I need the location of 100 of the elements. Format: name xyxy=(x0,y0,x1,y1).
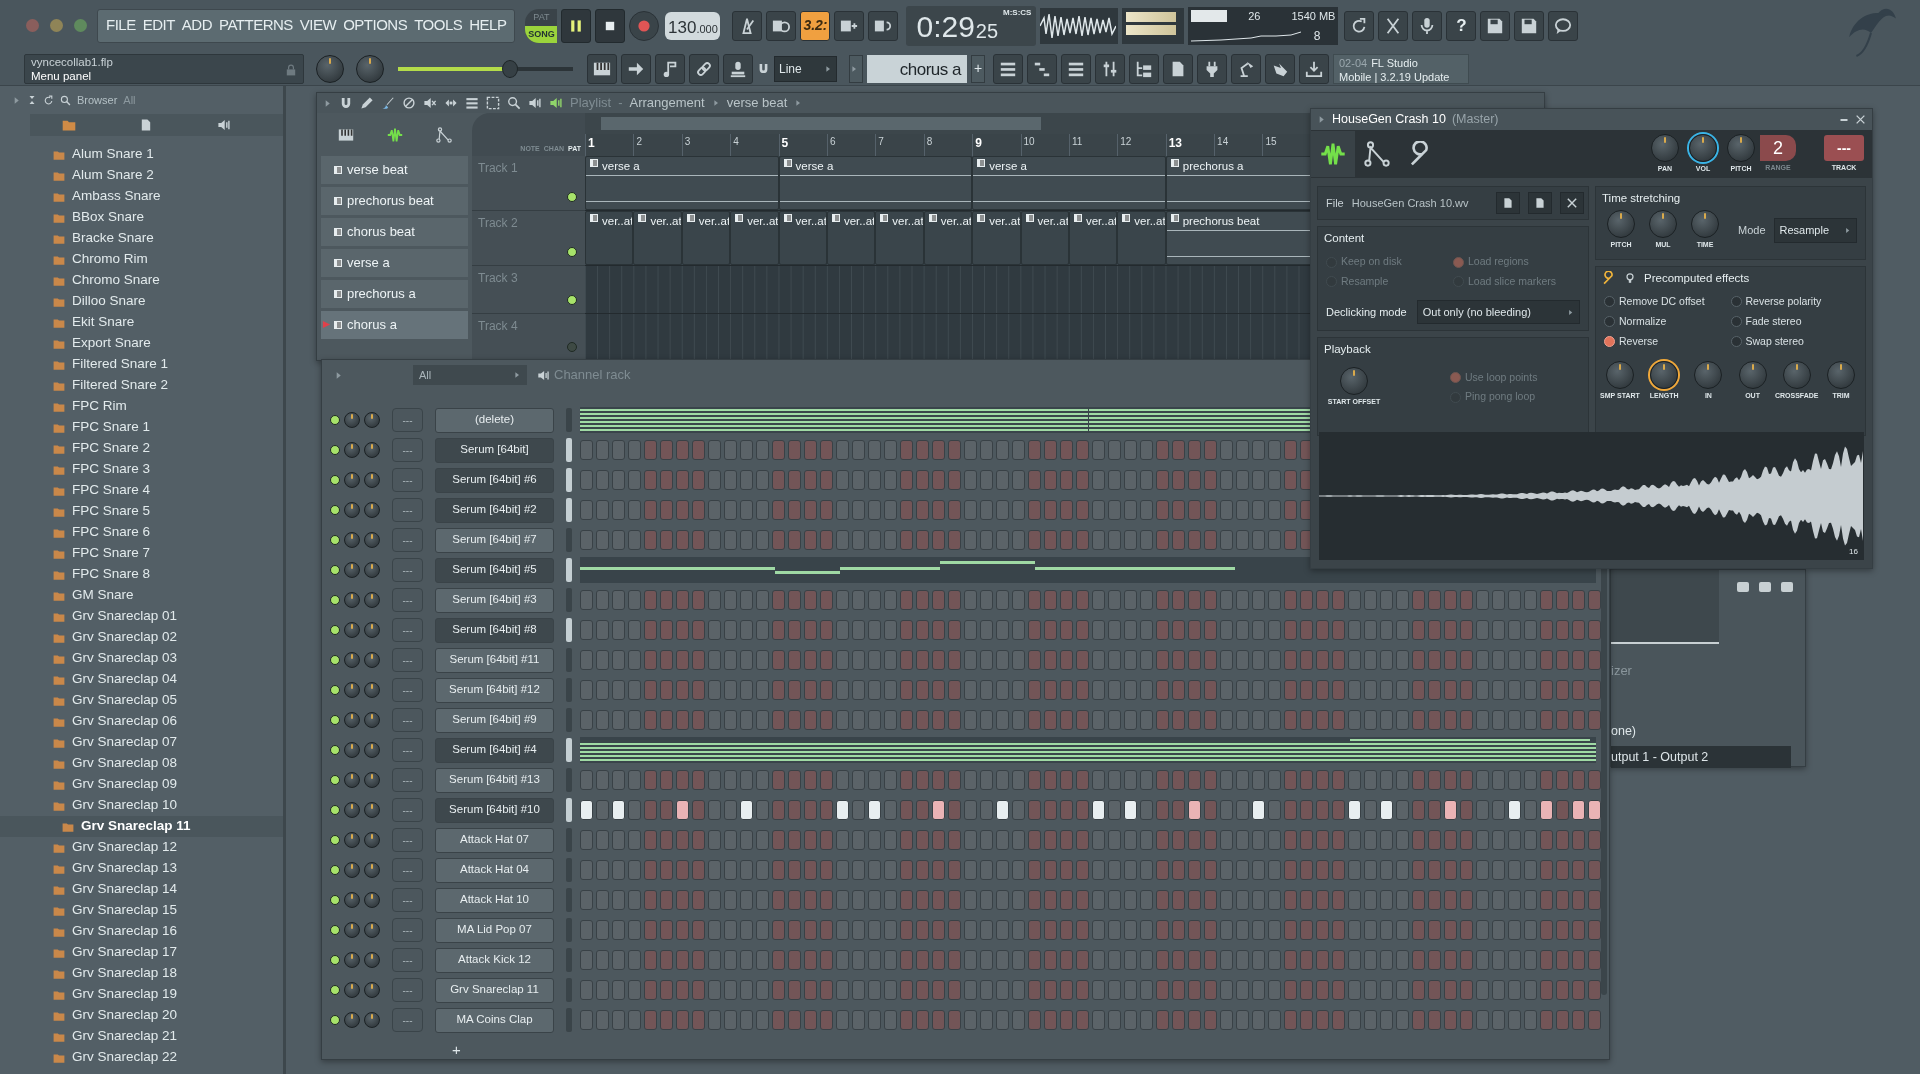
pattern-clip[interactable]: ver..at xyxy=(972,211,1021,265)
browser-item[interactable]: Alum Snare 1 xyxy=(0,144,283,165)
pattern-clip[interactable]: ver..at xyxy=(585,211,634,265)
undo-button[interactable] xyxy=(1344,10,1375,41)
knob[interactable] xyxy=(364,892,380,908)
menu-item[interactable]: HELP xyxy=(469,14,507,37)
pattern-clip[interactable]: verse a xyxy=(778,156,973,210)
knob[interactable] xyxy=(344,592,360,608)
menu-item[interactable]: VIEW xyxy=(299,14,337,37)
channel-led[interactable] xyxy=(330,475,340,485)
mixer-track-field[interactable]: --- xyxy=(392,1008,423,1032)
radio-button[interactable] xyxy=(1730,296,1742,308)
channel-led[interactable] xyxy=(330,835,340,845)
group-filter-dropdown[interactable]: All xyxy=(413,365,527,385)
browser-item[interactable]: Grv Snareclap 07 xyxy=(0,732,283,753)
speaker-icon[interactable] xyxy=(528,96,542,110)
save-as-button[interactable] xyxy=(1514,10,1545,41)
browser-item[interactable]: FPC Rim xyxy=(0,396,283,417)
waveform-icon[interactable] xyxy=(1320,141,1346,167)
browser-item[interactable]: Grv Snareclap 04 xyxy=(0,669,283,690)
channel-name-button[interactable]: Grv Snareclap 11 xyxy=(435,977,554,1003)
knob[interactable] xyxy=(344,982,360,998)
speaker-icon[interactable] xyxy=(217,118,232,132)
channel-led[interactable] xyxy=(330,625,340,635)
selection-frame-icon[interactable] xyxy=(486,96,500,110)
channel-name-button[interactable]: Serum [64bit] #9 xyxy=(435,707,554,733)
browser-item[interactable]: BBox Snare xyxy=(0,207,283,228)
pattern-clip[interactable]: ver..at xyxy=(923,211,973,265)
knob[interactable] xyxy=(364,502,380,518)
knob[interactable] xyxy=(344,652,360,668)
mixer-track-field[interactable]: --- xyxy=(392,858,423,882)
channel-name-button[interactable]: Serum [64bit] xyxy=(435,437,554,463)
pattern-clip[interactable]: ver..at xyxy=(778,211,827,265)
window-zoom-light[interactable] xyxy=(74,19,87,32)
scroll-thumb[interactable] xyxy=(601,117,1041,130)
fader-handle[interactable] xyxy=(1759,582,1771,592)
piano-roll-button[interactable] xyxy=(1027,53,1057,84)
channel-name-button[interactable]: Serum [64bit] #2 xyxy=(435,497,554,523)
browser-item[interactable]: Export Snare xyxy=(0,333,283,354)
browser-tree-button[interactable] xyxy=(1129,53,1159,84)
channel-name-button[interactable]: (delete) xyxy=(435,407,554,433)
piano-roll-preview[interactable] xyxy=(580,737,1596,763)
browser-item[interactable]: GM Snare xyxy=(0,585,283,606)
pattern-clip[interactable]: ver..at xyxy=(730,211,779,265)
stop-button[interactable] xyxy=(595,8,626,43)
channel-led[interactable] xyxy=(330,895,340,905)
knob[interactable] xyxy=(364,442,380,458)
channel-select-indicator[interactable] xyxy=(566,558,572,582)
knob[interactable] xyxy=(344,772,360,788)
caret-icon[interactable] xyxy=(12,95,21,105)
pattern-clip[interactable]: ver..at xyxy=(875,211,924,265)
knob[interactable] xyxy=(364,742,380,758)
track-field[interactable]: --- xyxy=(1824,134,1864,161)
mode-dropdown[interactable]: Resample xyxy=(1773,218,1857,243)
knob[interactable] xyxy=(364,622,380,638)
microphone-button[interactable] xyxy=(1412,10,1443,41)
loop-record-button[interactable] xyxy=(868,10,899,41)
speaker-icon[interactable] xyxy=(549,96,563,110)
browser-item[interactable]: Alum Snare 2 xyxy=(0,165,283,186)
snap-dropdown[interactable]: Line xyxy=(774,55,837,82)
channel-name-button[interactable]: Serum [64bit] #13 xyxy=(435,767,554,793)
arrangement-name[interactable]: Arrangement xyxy=(629,93,705,113)
browser-item[interactable]: Grv Snareclap 10 xyxy=(0,795,283,816)
knob[interactable] xyxy=(344,532,360,548)
channel-led[interactable] xyxy=(330,445,340,455)
close-icon[interactable] xyxy=(1855,114,1866,125)
channel-led[interactable] xyxy=(330,565,340,575)
channel-name-button[interactable]: Serum [64bit] #8 xyxy=(435,617,554,643)
mode-option[interactable]: PAT xyxy=(525,8,558,26)
browser-item[interactable]: Filtered Snare 1 xyxy=(0,354,283,375)
knob[interactable] xyxy=(344,802,360,818)
mixer-track-field[interactable]: --- xyxy=(392,948,423,972)
channel-name-button[interactable]: Attack Hat 07 xyxy=(435,827,554,853)
channel-led[interactable] xyxy=(330,745,340,755)
envelope-icon[interactable] xyxy=(1364,141,1390,167)
knob[interactable] xyxy=(364,1012,380,1028)
channel-name-button[interactable]: Serum [64bit] #4 xyxy=(435,737,554,763)
knob[interactable] xyxy=(344,892,360,908)
pattern-item[interactable]: chorus beat xyxy=(321,218,468,246)
channel-select-indicator[interactable] xyxy=(566,798,572,822)
radio-button[interactable] xyxy=(1604,335,1615,347)
knob[interactable] xyxy=(344,862,360,878)
browser-item[interactable]: Ambass Snare xyxy=(0,186,283,207)
knob[interactable] xyxy=(1650,361,1679,390)
refresh-icon[interactable] xyxy=(43,94,54,106)
channel-led[interactable] xyxy=(330,925,340,935)
knob[interactable] xyxy=(344,622,360,638)
knob[interactable] xyxy=(364,952,380,968)
pattern-item[interactable]: verse a xyxy=(321,249,468,277)
mixer-track-field[interactable]: --- xyxy=(392,798,423,822)
channel-name-button[interactable]: Attack Kick 12 xyxy=(435,947,554,973)
channel-name-button[interactable]: Serum [64bit] #3 xyxy=(435,587,554,613)
channel-name-button[interactable]: Serum [64bit] #12 xyxy=(435,677,554,703)
mute-led[interactable] xyxy=(567,294,577,305)
mode-option[interactable]: SONG xyxy=(525,25,558,43)
chain-link-button[interactable] xyxy=(689,53,719,84)
help-button[interactable]: ? xyxy=(1446,10,1477,41)
news-panel[interactable]: 02-04 FL Studio Mobile | 3.2.19 Update xyxy=(1333,53,1469,84)
pattern-clip[interactable]: verse a xyxy=(972,156,1166,210)
caret-icon[interactable] xyxy=(323,98,332,108)
